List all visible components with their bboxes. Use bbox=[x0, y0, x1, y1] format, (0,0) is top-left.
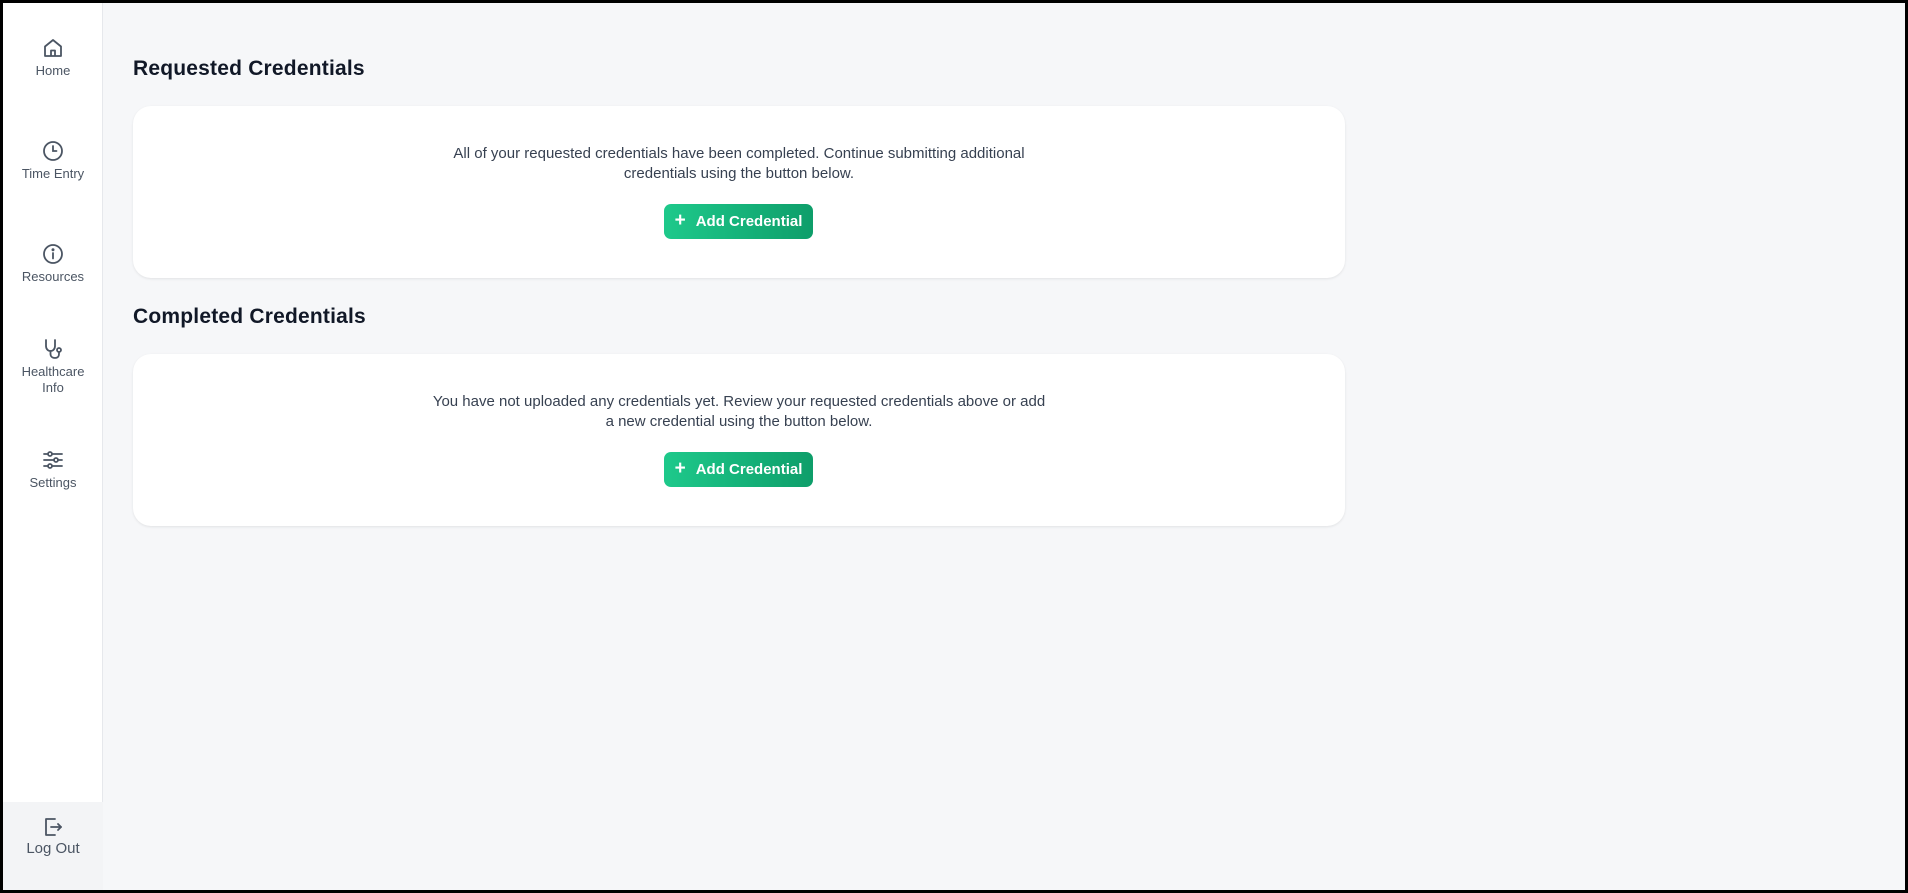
home-icon bbox=[41, 36, 65, 60]
sidebar-item-settings[interactable]: Settings bbox=[3, 448, 103, 491]
logout-label: Log Out bbox=[26, 840, 80, 857]
sidebar-item-label: Resources bbox=[21, 269, 85, 284]
requested-credentials-title: Requested Credentials bbox=[133, 57, 365, 80]
requested-message: All of your requested credentials have b… bbox=[133, 144, 1345, 184]
plus-icon: + bbox=[674, 210, 686, 231]
add-credential-label: Add Credential bbox=[695, 461, 803, 478]
logout-section: Log Out bbox=[3, 802, 103, 890]
logout-button[interactable]: Log Out bbox=[3, 815, 103, 857]
info-icon bbox=[41, 242, 65, 266]
logout-icon bbox=[41, 815, 65, 839]
add-credential-label: Add Credential bbox=[695, 213, 803, 230]
completed-message-line2: a new credential using the button below. bbox=[605, 413, 873, 430]
completed-message-line1: You have not uploaded any credentials ye… bbox=[432, 393, 1046, 410]
sidebar-item-label: Home bbox=[35, 63, 71, 78]
requested-message-line1: All of your requested credentials have b… bbox=[453, 145, 1025, 162]
completed-credentials-card: You have not uploaded any credentials ye… bbox=[133, 354, 1345, 526]
sidebar-item-label: Time Entry bbox=[21, 166, 85, 181]
stethoscope-icon bbox=[41, 337, 65, 361]
add-credential-button[interactable]: + Add Credential bbox=[664, 204, 813, 239]
plus-icon: + bbox=[674, 458, 686, 479]
sidebar-item-label: Healthcare Info bbox=[21, 364, 85, 395]
clock-icon bbox=[41, 139, 65, 163]
app-window: Home Time Entry Resources Healthcare Inf… bbox=[3, 3, 1905, 890]
requested-credentials-card: All of your requested credentials have b… bbox=[133, 106, 1345, 278]
sliders-icon bbox=[41, 448, 65, 472]
sidebar-item-home[interactable]: Home bbox=[3, 36, 103, 79]
sidebar: Home Time Entry Resources Healthcare Inf… bbox=[3, 3, 103, 890]
sidebar-item-healthcare-info[interactable]: Healthcare Info bbox=[3, 337, 103, 396]
completed-credentials-title: Completed Credentials bbox=[133, 305, 366, 328]
add-credential-button[interactable]: + Add Credential bbox=[664, 452, 813, 487]
sidebar-item-label: Settings bbox=[29, 475, 77, 490]
requested-message-line2: credentials using the button below. bbox=[623, 165, 855, 182]
completed-message: You have not uploaded any credentials ye… bbox=[133, 392, 1345, 432]
sidebar-item-time-entry[interactable]: Time Entry bbox=[3, 139, 103, 182]
sidebar-item-resources[interactable]: Resources bbox=[3, 242, 103, 285]
